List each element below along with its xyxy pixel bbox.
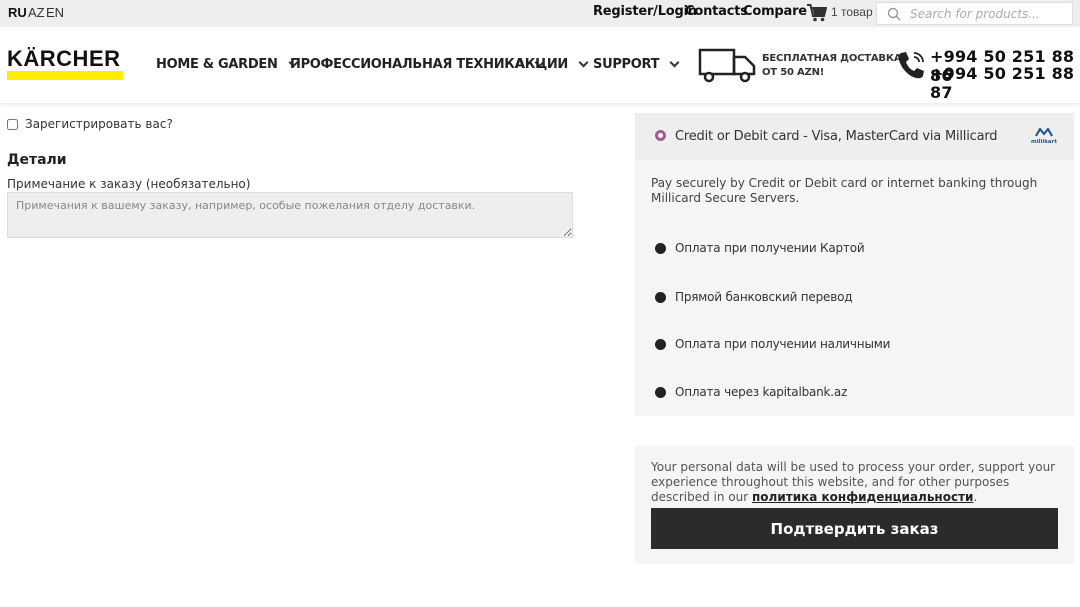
privacy-policy-link[interactable]: политика конфиденциальности	[752, 490, 973, 504]
nav-professional[interactable]: ПРОФЕССИОНАЛЬНАЯ ТЕХНИКА	[290, 57, 545, 72]
nav-label: ПРОФЕССИОНАЛЬНАЯ ТЕХНИКА	[290, 57, 525, 72]
logo-yellow-bar	[7, 71, 123, 80]
karcher-logo[interactable]: KÄRCHER	[7, 46, 124, 81]
register-checkbox[interactable]	[7, 118, 18, 130]
search-input[interactable]	[910, 5, 1068, 22]
payment-method-millicard[interactable]: Credit or Debit card - Visa, MasterCard …	[635, 113, 1074, 160]
delivery-line1: БЕСПЛАТНАЯ ДОСТАВКА	[762, 53, 902, 64]
cart-icon[interactable]	[807, 4, 827, 22]
search-icon[interactable]	[887, 7, 901, 21]
chevron-down-icon	[669, 57, 680, 67]
millikart-logo-icon: millikart	[1031, 127, 1057, 145]
payment-radio-selected[interactable]	[655, 130, 666, 141]
payment-description: Pay securely by Credit or Debit card or …	[651, 176, 1038, 205]
place-order-box: Your personal data will be used to proce…	[635, 446, 1074, 564]
register-checkbox-row[interactable]: Зарегистрировать вас?	[7, 117, 173, 131]
lang-ru[interactable]: RU	[8, 5, 27, 20]
delivery-line2: ОТ 50 AZN!	[762, 67, 825, 78]
lang-az[interactable]: AZ	[28, 5, 45, 20]
compare-link[interactable]: Compare	[743, 4, 807, 19]
search-box	[876, 2, 1073, 25]
nav-label: SUPPORT	[593, 57, 660, 72]
nav-support[interactable]: SUPPORT	[593, 57, 680, 72]
phone-number-2[interactable]: +994 50 251 88 87	[930, 64, 1080, 102]
payment-option-cash-on-delivery[interactable]: Оплата при получении наличными	[655, 337, 890, 351]
nav-label: HOME & GARDEN	[156, 57, 278, 72]
payment-option-label: Прямой банковский перевод	[675, 290, 853, 304]
cart-count[interactable]: 1 товар	[831, 5, 873, 19]
privacy-end: .	[973, 490, 978, 504]
order-note-textarea[interactable]	[7, 192, 573, 238]
payment-option-label: Оплата при получении Картой	[675, 241, 865, 255]
top-bar: RU AZ EN Register/Login Contacts Compare…	[0, 0, 1080, 27]
nav-label: АКЦИИ	[515, 57, 569, 72]
payment-option-label: Оплата через kapitalbank.az	[675, 385, 848, 399]
confirm-order-button[interactable]: Подтвердить заказ	[651, 508, 1058, 549]
payment-radio[interactable]	[655, 291, 666, 303]
payment-radio[interactable]	[655, 386, 666, 398]
phone-icon	[898, 52, 924, 79]
contacts-link[interactable]: Contacts	[685, 4, 748, 19]
logo-text: KÄRCHER	[7, 46, 121, 71]
payment-option-label: Оплата при получении наличными	[675, 337, 891, 351]
lang-en[interactable]: EN	[46, 5, 64, 20]
order-note-label: Примечание к заказу (необязательно)	[7, 177, 251, 191]
millikart-logo-text: millikart	[1031, 139, 1057, 145]
payment-option-bank-transfer[interactable]: Прямой банковский перевод	[655, 290, 853, 304]
payment-option-kapitalbank[interactable]: Оплата через kapitalbank.az	[655, 385, 847, 399]
payment-method-label: Credit or Debit card - Visa, MasterCard …	[675, 129, 998, 144]
details-heading: Детали	[7, 152, 67, 168]
register-label: Зарегистрировать вас?	[25, 117, 173, 131]
free-delivery-info: БЕСПЛАТНАЯ ДОСТАВКА ОТ 50 AZN!	[762, 52, 902, 80]
chevron-down-icon	[578, 57, 589, 67]
nav-promotions[interactable]: АКЦИИ	[515, 57, 589, 72]
privacy-notice: Your personal data will be used to proce…	[651, 460, 1063, 505]
payment-methods-panel: Credit or Debit card - Visa, MasterCard …	[635, 113, 1074, 416]
payment-radio[interactable]	[655, 338, 666, 350]
main-header: KÄRCHER HOME & GARDEN ПРОФЕССИОНАЛЬНАЯ Т…	[0, 27, 1080, 103]
register-login-link[interactable]: Register/Login	[593, 4, 697, 19]
truck-icon	[698, 48, 756, 83]
nav-home-garden[interactable]: HOME & GARDEN	[156, 57, 298, 72]
payment-radio[interactable]	[655, 242, 666, 254]
payment-option-card-on-delivery[interactable]: Оплата при получении Картой	[655, 241, 865, 255]
